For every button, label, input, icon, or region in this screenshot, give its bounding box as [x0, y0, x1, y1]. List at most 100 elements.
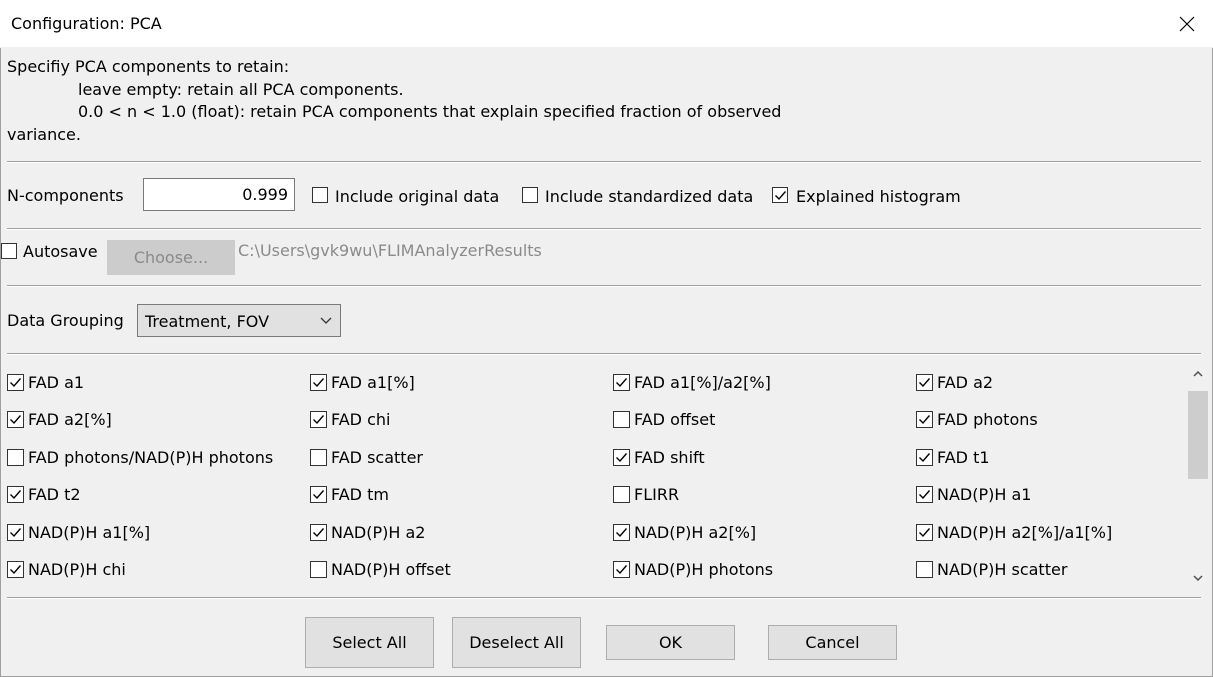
feature-label: FAD a1[%]	[331, 372, 415, 392]
feature-label: FAD tm	[331, 485, 389, 504]
ok-button[interactable]: OK	[606, 625, 735, 660]
feature-checkbox[interactable]	[310, 448, 327, 466]
vertical-scrollbar[interactable]	[1187, 363, 1209, 591]
feature-checkbox[interactable]	[7, 411, 24, 428]
feature-checkbox-item[interactable]: NAD(P)H a2	[310, 521, 425, 543]
feature-checkbox-item[interactable]: NAD(P)H a2[%]/a1[%]	[916, 521, 1112, 543]
feature-label: FAD t1	[937, 447, 990, 467]
feature-checkbox-item[interactable]: NAD(P)H chi	[7, 559, 126, 581]
feature-checkbox[interactable]	[613, 486, 630, 503]
feature-checkbox-item[interactable]: NAD(P)H offset	[310, 559, 451, 581]
chevron-down-icon	[1193, 575, 1203, 582]
checkmark-icon	[10, 490, 22, 500]
include-original-checkbox[interactable]	[312, 187, 328, 203]
chevron-up-icon	[1193, 370, 1203, 377]
feature-label: FAD t2	[28, 485, 81, 504]
title-bar: Configuration: PCA	[0, 0, 1213, 48]
feature-label: FAD a1[%]/a2[%]	[634, 372, 771, 392]
feature-checkbox[interactable]	[310, 523, 327, 541]
feature-checkbox[interactable]	[310, 561, 327, 578]
feature-label: FAD photons/NAD(P)H photons	[28, 447, 274, 467]
feature-checkbox-item[interactable]: FAD scatter	[310, 446, 423, 468]
feature-checkbox-item[interactable]: FAD offset	[613, 409, 715, 431]
feature-checkbox-item[interactable]: FAD a2[%]	[7, 409, 112, 431]
feature-checkbox-item[interactable]: NAD(P)H photons	[613, 559, 773, 581]
feature-checkbox[interactable]	[310, 486, 327, 503]
checkmark-icon	[919, 527, 931, 537]
select-all-button[interactable]: Select All	[305, 617, 434, 668]
feature-checkbox[interactable]	[613, 373, 630, 391]
deselect-all-button[interactable]: Deselect All	[452, 617, 581, 668]
explained-histogram-label: Explained histogram	[796, 187, 961, 206]
feature-checkbox[interactable]	[613, 411, 630, 428]
scrollbar-thumb[interactable]	[1188, 391, 1208, 479]
feature-checkbox-item[interactable]: NAD(P)H a2[%]	[613, 521, 756, 543]
feature-checkbox-item[interactable]: FAD a1	[7, 371, 84, 393]
feature-checkbox[interactable]	[613, 561, 630, 578]
feature-checkbox[interactable]	[916, 486, 933, 503]
feature-label: FAD photons	[937, 410, 1038, 429]
checkmark-icon	[10, 565, 22, 575]
ncomponents-label: N-components	[7, 186, 124, 205]
separator	[7, 161, 1201, 163]
feature-checkbox-item[interactable]: NAD(P)H a1[%]	[7, 521, 150, 543]
close-icon	[1179, 16, 1195, 32]
feature-checkbox-item[interactable]: FAD shift	[613, 446, 705, 468]
feature-label: NAD(P)H offset	[331, 560, 451, 579]
feature-checkbox[interactable]	[916, 373, 933, 391]
explained-histogram-checkbox[interactable]	[772, 187, 788, 203]
window-title: Configuration: PCA	[11, 14, 162, 33]
close-button[interactable]	[1161, 0, 1213, 48]
pca-description: Specifiy PCA components to retain: leave…	[7, 56, 1197, 146]
checkmark-icon	[313, 377, 325, 387]
chevron-down-icon	[320, 317, 332, 324]
feature-label: FAD scatter	[331, 447, 423, 467]
feature-checkbox[interactable]	[7, 448, 24, 466]
choose-folder-button[interactable]: Choose...	[107, 240, 235, 275]
feature-checkbox-item[interactable]: FAD a1[%]	[310, 371, 415, 393]
include-standardized-checkbox[interactable]	[522, 187, 538, 203]
feature-checkbox[interactable]	[310, 411, 327, 428]
feature-checkbox-grid: FAD a1 FAD a1[%] FAD a1[%]/a2[%] FAD a2 FAD …	[0, 360, 1187, 590]
feature-checkbox[interactable]	[916, 561, 933, 578]
feature-checkbox[interactable]	[613, 448, 630, 466]
feature-checkbox-item[interactable]: FAD tm	[310, 484, 389, 506]
feature-checkbox-item[interactable]: FAD chi	[310, 409, 390, 431]
feature-label: FAD a1	[28, 372, 85, 392]
cancel-button[interactable]: Cancel	[768, 625, 897, 660]
feature-checkbox[interactable]	[7, 523, 24, 541]
feature-checkbox-item[interactable]: NAD(P)H scatter	[916, 559, 1067, 581]
checkmark-icon	[919, 452, 931, 462]
feature-checkbox-item[interactable]: NAD(P)H a1	[916, 484, 1031, 506]
include-standardized-label: Include standardized data	[545, 187, 754, 206]
feature-label: FAD shift	[634, 447, 705, 467]
feature-label: NAD(P)H a2[%]	[634, 522, 757, 542]
feature-checkbox[interactable]	[310, 373, 327, 391]
feature-checkbox-item[interactable]: FLIRR	[613, 484, 679, 506]
feature-checkbox-item[interactable]: FAD photons/NAD(P)H photons	[7, 446, 273, 468]
ncomponents-input[interactable]	[143, 178, 295, 211]
feature-checkbox-item[interactable]: FAD photons	[916, 409, 1038, 431]
feature-checkbox[interactable]	[7, 561, 24, 578]
feature-checkbox[interactable]	[916, 448, 933, 466]
checkmark-icon	[313, 415, 325, 425]
feature-checkbox-item[interactable]: FAD t2	[7, 484, 81, 506]
autosave-checkbox[interactable]	[1, 243, 17, 259]
feature-checkbox[interactable]	[7, 486, 24, 503]
data-grouping-select[interactable]: Treatment, FOV	[137, 304, 341, 337]
feature-checkbox[interactable]	[916, 411, 933, 428]
feature-checkbox-item[interactable]: FAD t1	[916, 446, 990, 468]
feature-label: FAD chi	[331, 410, 391, 429]
autosave-path: C:\Users\gvk9wu\FLIMAnalyzerResults	[238, 241, 542, 260]
feature-checkbox-item[interactable]: FAD a1[%]/a2[%]	[613, 371, 771, 393]
checkmark-icon	[919, 490, 931, 500]
scroll-down-button[interactable]	[1187, 567, 1209, 589]
description-line-1: Specifiy PCA components to retain:	[7, 57, 290, 76]
feature-checkbox[interactable]	[7, 373, 24, 391]
feature-checkbox[interactable]	[613, 523, 630, 541]
scroll-up-button[interactable]	[1187, 363, 1209, 385]
feature-checkbox[interactable]	[916, 523, 933, 541]
checkmark-icon	[313, 490, 325, 500]
feature-checkbox-item[interactable]: FAD a2	[916, 371, 993, 393]
separator	[7, 353, 1201, 355]
